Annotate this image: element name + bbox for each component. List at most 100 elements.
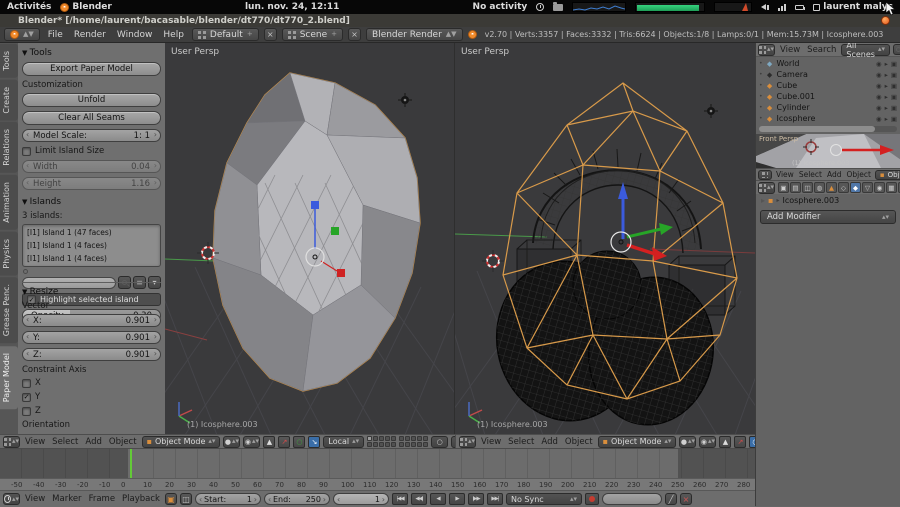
selectable-icon[interactable]: ▸ (885, 60, 888, 68)
visibility-eye-icon[interactable]: ◉ (876, 104, 882, 112)
tool-shelf-tab[interactable]: Relations (0, 122, 18, 173)
scale-manipulator-button[interactable]: ↘ (308, 436, 320, 448)
object-name[interactable]: Cube (777, 81, 798, 90)
renderable-camera-icon[interactable]: ▣ (891, 60, 897, 68)
add-menu[interactable]: Add (826, 170, 843, 179)
unfold-button[interactable]: Unfold (22, 93, 161, 107)
render-engine-selector[interactable]: Blender Render▲▼ (366, 28, 463, 41)
viewport-left[interactable]: User Persp (1) Icosphere.003 (165, 43, 455, 434)
menu-help[interactable]: Help (160, 30, 187, 40)
app-menu[interactable]: Blender (60, 2, 111, 12)
outliner-row[interactable]: • ◆ Icosphere ◉ ▸ ▣ (756, 113, 900, 124)
end-frame-field[interactable]: ‹End: 250› (264, 493, 330, 505)
tool-shelf-tab[interactable]: Paper Model (0, 346, 18, 409)
visibility-eye-icon[interactable]: ◉ (876, 115, 882, 123)
outliner-row[interactable]: • ◆ Cube.001 ◉ ▸ ▣ (756, 91, 900, 102)
view-menu[interactable]: View (775, 170, 795, 179)
renderable-camera-icon[interactable]: ▣ (891, 82, 897, 90)
sync-mode-selector[interactable]: No Sync▴▾ (506, 493, 582, 505)
editor-type-button[interactable]: ▴▾ (758, 44, 775, 56)
object-menu[interactable]: Object (563, 437, 595, 447)
object-menu[interactable]: Object (107, 437, 139, 447)
network-icon[interactable] (778, 4, 786, 11)
tab-data[interactable]: ▽ (862, 182, 873, 193)
tab-texture[interactable]: ▦ (886, 182, 897, 193)
add-menu[interactable]: Add (83, 437, 103, 447)
object-name[interactable]: Cube.001 (777, 92, 815, 101)
panel-header-tools[interactable]: Tools (22, 48, 161, 58)
scene-delete-button[interactable]: × (348, 28, 361, 41)
clock[interactable]: lun. nov. 24, 12:11 (245, 2, 339, 12)
constraint-z-checkbox[interactable] (22, 407, 31, 416)
tab-scene[interactable]: ◫ (802, 182, 813, 193)
select-menu[interactable]: Select (798, 170, 823, 179)
cpu-monitor-bar[interactable] (635, 2, 705, 12)
constraint-x-checkbox[interactable] (22, 379, 31, 388)
pivot-selector[interactable]: ◉▴▾ (699, 436, 716, 448)
timeline-frame-menu[interactable]: Frame (87, 494, 117, 504)
menu-file[interactable]: File (45, 30, 66, 40)
manipulator-toggle[interactable]: ▲ (719, 436, 731, 448)
window-close-button[interactable] (881, 16, 890, 25)
timeline-ruler[interactable]: -50-40-30-20-100102030405060708090100110… (0, 478, 755, 491)
select-menu[interactable]: Select (506, 437, 536, 447)
lock-time-button[interactable]: ◫ (180, 493, 192, 505)
volume-icon[interactable] (761, 4, 769, 10)
menu-window[interactable]: Window (114, 30, 156, 40)
island-list-item[interactable]: [I1] Island 1 (4 faces) (24, 252, 159, 265)
island-list-item[interactable]: [I1] Island 1 (47 faces) (24, 226, 159, 239)
timeline-marker-menu[interactable]: Marker (50, 494, 83, 504)
keying-set-field[interactable] (602, 493, 662, 505)
layers-group-1[interactable] (367, 436, 396, 447)
object-name[interactable]: Cylinder (777, 103, 810, 112)
editor-type-button[interactable]: ▴▾ (3, 493, 20, 505)
resize-z-field[interactable]: ‹Z:0.901› (22, 348, 161, 361)
selectable-icon[interactable]: ▸ (885, 93, 888, 101)
selectable-icon[interactable]: ▸ (885, 71, 888, 79)
tool-shelf-tab[interactable]: Physics (0, 232, 18, 276)
editor-type-button[interactable]: ▴▾ (459, 436, 476, 448)
use-preview-range-button[interactable]: ▣ (165, 493, 177, 505)
limit-island-size-row[interactable]: Limit Island Size (22, 146, 161, 156)
panel-header-resize[interactable]: Resize (22, 287, 161, 297)
jump-to-next-keyframe-button[interactable]: |▶▶ (468, 493, 484, 505)
tab-render-layers[interactable]: ▤ (790, 182, 801, 193)
object-name[interactable]: Camera (777, 70, 808, 79)
layers-group-2[interactable] (399, 436, 428, 447)
resize-x-field[interactable]: ‹X:0.901› (22, 314, 161, 327)
shading-selector[interactable]: ●▴▾ (223, 436, 240, 448)
tab-object[interactable]: ▲ (826, 182, 837, 193)
battery-icon[interactable] (795, 5, 804, 10)
object-name[interactable]: Icosphere (777, 114, 816, 123)
constraint-y-row[interactable]: ✓Y (22, 392, 161, 402)
start-frame-field[interactable]: ‹Start: 1› (195, 493, 261, 505)
selectable-icon[interactable]: ▸ (885, 104, 888, 112)
scene-selector[interactable]: Scene+ (282, 28, 343, 41)
lock-camera-button[interactable]: ○ (431, 436, 448, 448)
timeline-view-menu[interactable]: View (23, 494, 47, 504)
tab-modifiers[interactable]: ◆ (850, 182, 861, 193)
tracker-clock-icon[interactable] (536, 3, 544, 11)
select-menu[interactable]: Select (50, 437, 80, 447)
tool-shelf-tab[interactable]: Grease Penc. (0, 277, 18, 343)
jump-to-end-button[interactable]: ▶▶| (487, 493, 503, 505)
current-frame-field[interactable]: ‹1› (333, 493, 389, 505)
outliner-hscrollbar[interactable] (759, 126, 897, 132)
outliner-row[interactable]: • ◆ World ◉ ▸ ▣ (756, 58, 900, 69)
outliner-row[interactable]: • ◆ Camera ◉ ▸ ▣ (756, 69, 900, 80)
renderable-camera-icon[interactable]: ▣ (891, 104, 897, 112)
visibility-eye-icon[interactable]: ◉ (876, 82, 882, 90)
shading-selector[interactable]: ●▴▾ (679, 436, 696, 448)
auto-keyframe-record-button[interactable] (585, 493, 599, 505)
orientation-selector[interactable]: Local▴▾ (323, 436, 364, 448)
renderable-camera-icon[interactable]: ▣ (891, 71, 897, 79)
activities-button[interactable]: Activités (7, 2, 51, 12)
files-icon[interactable] (553, 4, 563, 11)
play-button[interactable]: ▶ (449, 493, 465, 505)
outliner-row[interactable]: • ◆ Cylinder ◉ ▸ ▣ (756, 102, 900, 113)
manipulator-toggle[interactable]: ▲ (263, 436, 275, 448)
add-modifier-dropdown[interactable]: Add Modifier▴▾ (760, 210, 896, 224)
tool-shelf-tab[interactable]: Animation (0, 175, 18, 230)
clear-all-seams-button[interactable]: Clear All Seams (22, 111, 161, 125)
screen-layout-selector[interactable]: Default+ (192, 28, 259, 41)
